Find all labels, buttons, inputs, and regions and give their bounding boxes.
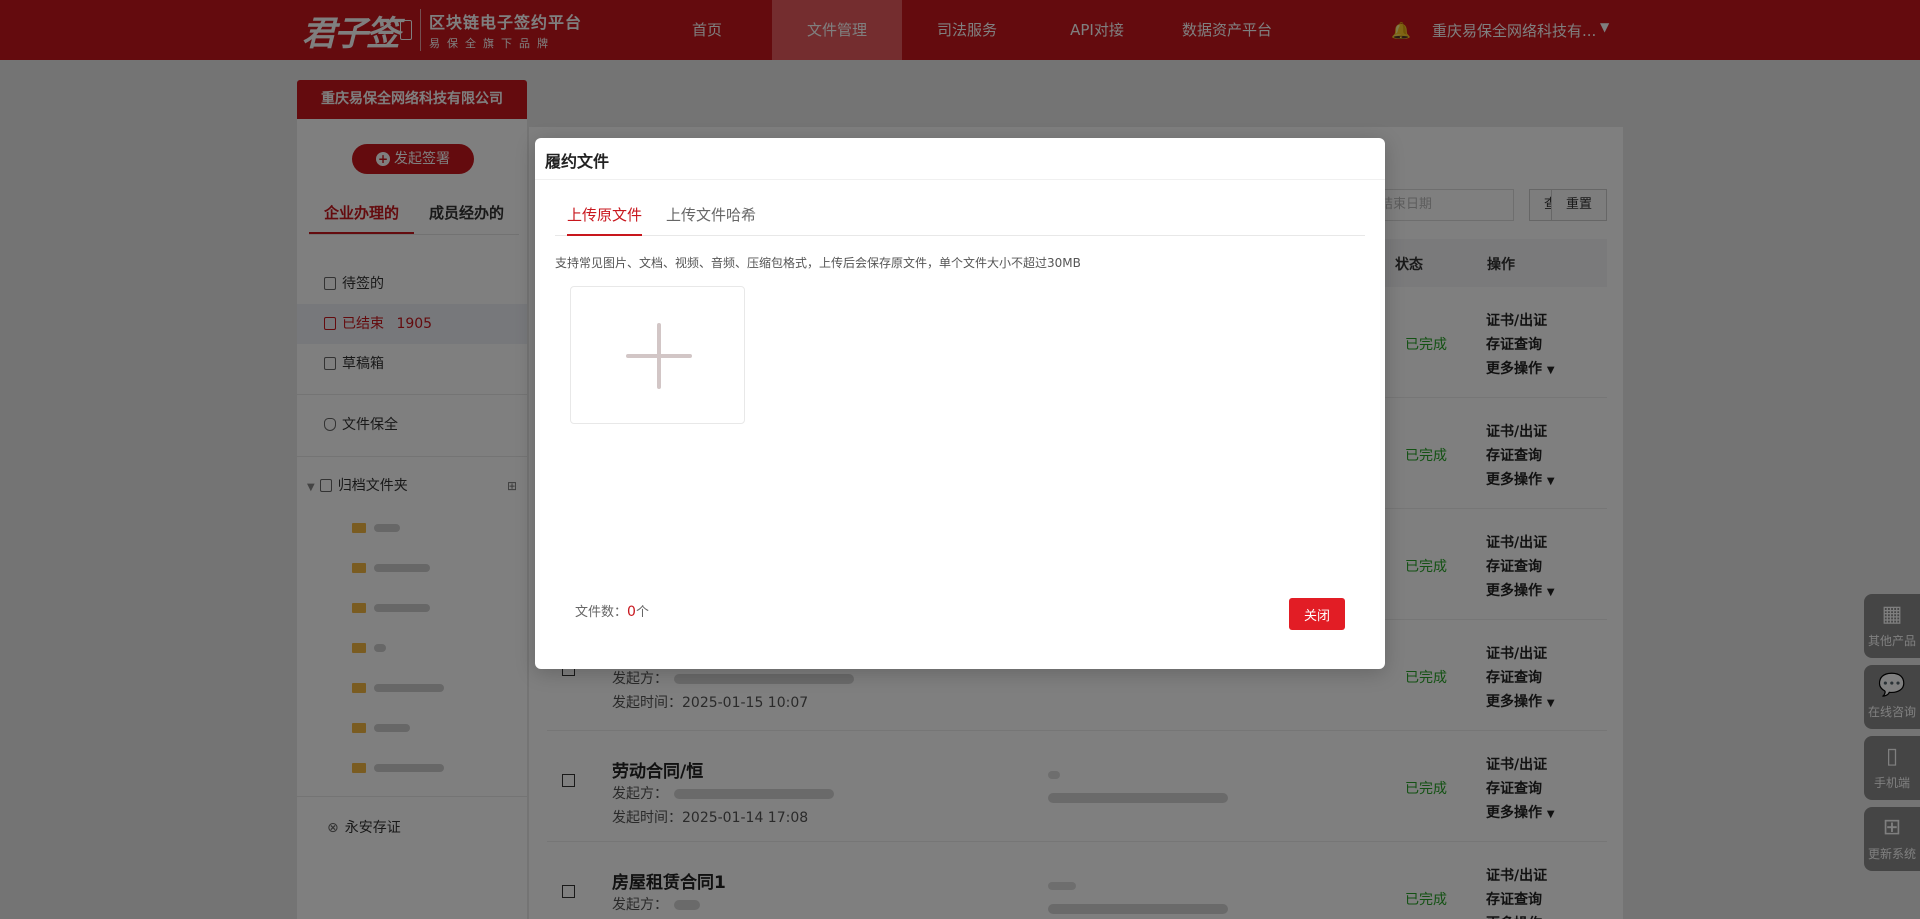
performance-file-dialog: 履约文件 上传原文件 上传文件哈希 支持常见图片、文档、视频、音频、压缩包格式，… <box>535 138 1385 669</box>
tab-upload-hash[interactable]: 上传文件哈希 <box>666 204 756 236</box>
dialog-title: 履约文件 <box>545 152 610 171</box>
upload-hint: 支持常见图片、文档、视频、音频、压缩包格式，上传后会保存原文件，单个文件大小不超… <box>555 256 1081 270</box>
file-count-value: 0 <box>627 604 636 620</box>
tab-upload-original[interactable]: 上传原文件 <box>567 204 643 236</box>
file-count: 文件数：0个 <box>575 604 649 620</box>
plus-icon-vertical <box>657 323 661 389</box>
upload-area[interactable] <box>570 286 745 424</box>
dialog-tabs: 上传原文件 上传文件哈希 <box>555 204 1365 236</box>
close-button[interactable]: 关闭 <box>1289 598 1345 630</box>
dialog-header: 履约文件 <box>535 138 1385 180</box>
